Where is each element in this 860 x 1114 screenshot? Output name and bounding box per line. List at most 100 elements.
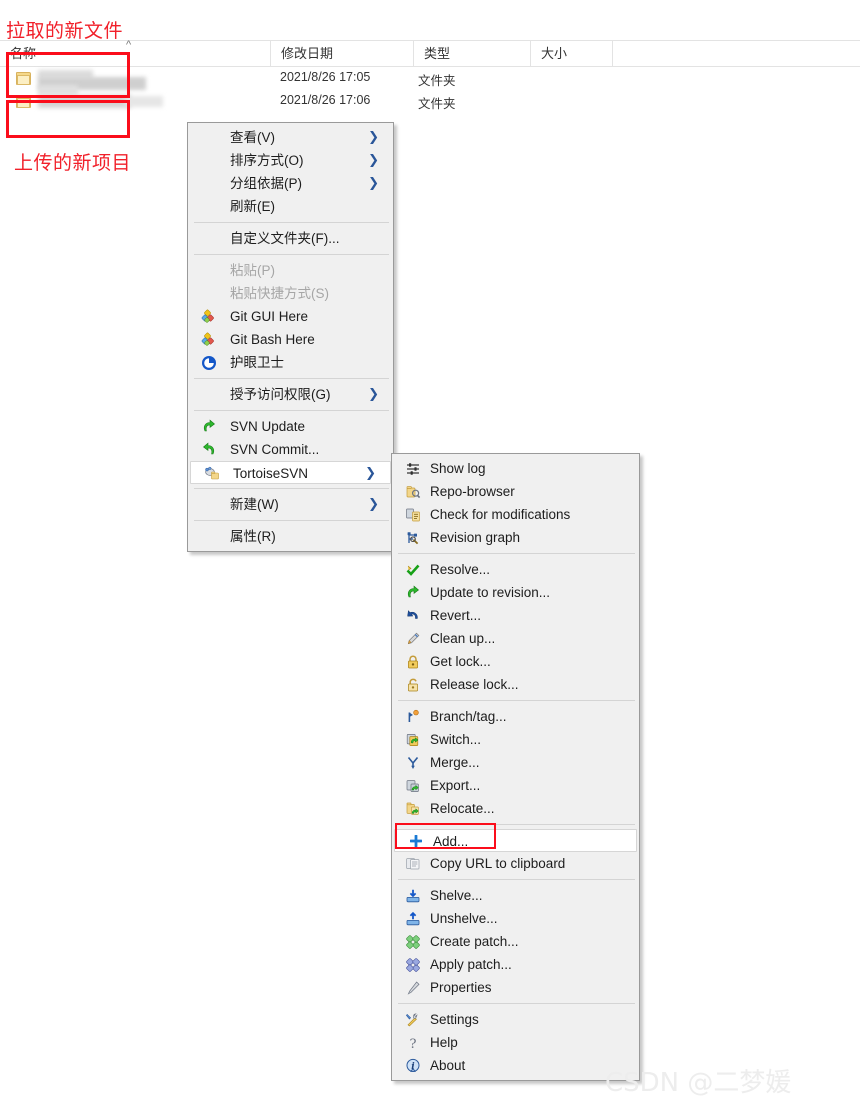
menu-item-o[interactable]: 排序方式(O) ❯ [188, 149, 393, 172]
column-header-type[interactable]: 类型 [413, 41, 530, 67]
export-icon [406, 779, 419, 792]
show-log-icon [407, 462, 419, 475]
csdn-watermark: CSDN @二梦媛 [605, 1068, 792, 1098]
submenu-item-repo-browser[interactable]: Repo-browser [392, 480, 639, 503]
menu-item-svn-commit[interactable]: SVN Commit... [188, 438, 393, 461]
column-header-date[interactable]: 修改日期 [270, 41, 413, 67]
submenu-item-show-log[interactable]: Show log [392, 457, 639, 480]
menu-item-label: 查看(V) [230, 130, 275, 145]
submenu-item-properties[interactable]: Properties [392, 976, 639, 999]
menu-item-r[interactable]: 属性(R) [188, 525, 393, 548]
menu-item-label: 新建(W) [230, 497, 279, 512]
menu-item-item-9[interactable]: 护眼卫士 [188, 351, 393, 374]
menu-item-f[interactable]: 自定义文件夹(F)... [188, 227, 393, 250]
annotation-pulled-files-label: 拉取的新文件 [6, 20, 124, 42]
column-header-extra[interactable] [612, 41, 860, 67]
menu-item-p[interactable]: 分组依据(P) ❯ [188, 172, 393, 195]
menu-item-git-bash-here[interactable]: Git Bash Here [188, 328, 393, 351]
cell-modified-date: 2021/8/26 17:06 [280, 93, 371, 107]
settings-icon [406, 1012, 418, 1026]
chevron-right-icon: ❯ [368, 176, 379, 191]
submenu-item-label: Update to revision... [430, 585, 551, 600]
menu-separator [194, 254, 389, 255]
menu-item-label: 自定义文件夹(F)... [230, 231, 340, 246]
menu-item-svn-update[interactable]: SVN Update [188, 415, 393, 438]
menu-item-label: 分组依据(P) [230, 176, 302, 191]
menu-item-label: TortoiseSVN [233, 466, 309, 481]
repo-browser-icon [406, 485, 421, 498]
submenu-item-settings[interactable]: Settings [392, 1008, 639, 1031]
svn-update-icon [203, 419, 215, 431]
git-diamond-icon [201, 332, 214, 346]
menu-item-w[interactable]: 新建(W) ❯ [188, 493, 393, 516]
submenu-item-shelve[interactable]: Shelve... [392, 884, 639, 907]
chevron-right-icon: ❯ [368, 153, 379, 168]
submenu-item-label: Relocate... [430, 801, 495, 816]
submenu-item-switch[interactable]: Switch... [392, 728, 639, 751]
submenu-item-relocate[interactable]: Relocate... [392, 797, 639, 820]
menu-separator [194, 410, 389, 411]
menu-item-label: 排序方式(O) [230, 153, 304, 168]
submenu-item-label: Show log [430, 461, 486, 476]
annotation-box-row-2 [6, 100, 130, 138]
submenu-item-unshelve[interactable]: Unshelve... [392, 907, 639, 930]
submenu-item-label: Revert... [430, 608, 482, 623]
explorer-context-menu[interactable]: 查看(V) ❯ 排序方式(O) ❯ 分组依据(P) ❯ 刷新(E) 自定义文件夹(F)... 粘… [187, 122, 394, 552]
submenu-item-label: Resolve... [430, 562, 491, 577]
revision-graph-icon [407, 531, 419, 544]
submenu-item-get-lock[interactable]: Get lock... [392, 650, 639, 673]
submenu-item-revert[interactable]: Revert... [392, 604, 639, 627]
submenu-item-check-for-modifications[interactable]: Check for modifications [392, 503, 639, 526]
menu-item-label: 属性(R) [230, 529, 276, 544]
switch-icon [406, 733, 419, 746]
submenu-item-branch-tag[interactable]: Branch/tag... [392, 705, 639, 728]
menu-item-label: SVN Update [230, 419, 306, 434]
submenu-item-copy-url-to-clipboard[interactable]: Copy URL to clipboard [392, 852, 639, 875]
apply-patch-icon [406, 957, 420, 972]
menu-item-git-gui-here[interactable]: Git GUI Here [188, 305, 393, 328]
check-mods-icon [406, 508, 420, 521]
resolve-icon [406, 564, 420, 576]
cleanup-icon [407, 632, 420, 644]
submenu-item-label: Get lock... [430, 654, 491, 669]
tortoisesvn-submenu[interactable]: Show log Repo-browser Check for modificati… [391, 453, 640, 1081]
submenu-item-resolve[interactable]: Resolve... [392, 558, 639, 581]
menu-separator [194, 378, 389, 379]
menu-item-v[interactable]: 查看(V) ❯ [188, 126, 393, 149]
menu-item-p: 粘贴(P) [188, 259, 393, 282]
chevron-right-icon: ❯ [368, 497, 379, 512]
submenu-item-label: Export... [430, 778, 481, 793]
svg-text:?: ? [410, 1037, 417, 1051]
submenu-item-clean-up[interactable]: Clean up... [392, 627, 639, 650]
menu-item-g[interactable]: 授予访问权限(G) ❯ [188, 383, 393, 406]
submenu-item-create-patch[interactable]: Create patch... [392, 930, 639, 953]
menu-separator [398, 553, 635, 554]
submenu-item-label: Release lock... [430, 677, 519, 692]
submenu-item-release-lock[interactable]: Release lock... [392, 673, 639, 696]
svn-commit-icon [203, 442, 215, 454]
revert-icon [407, 609, 418, 619]
menu-separator [398, 700, 635, 701]
submenu-item-help[interactable]: ? Help [392, 1031, 639, 1054]
submenu-item-label: Create patch... [430, 934, 519, 949]
menu-item-label: Git GUI Here [230, 309, 309, 324]
menu-separator [398, 879, 635, 880]
tortoise-icon [205, 466, 219, 479]
merge-icon [407, 756, 419, 769]
menu-separator [194, 520, 389, 521]
git-diamond-icon [201, 309, 214, 323]
about-icon: i [406, 1058, 420, 1072]
submenu-item-apply-patch[interactable]: Apply patch... [392, 953, 639, 976]
copy-url-icon [406, 857, 420, 869]
cell-type: 文件夹 [418, 74, 456, 88]
submenu-item-update-to-revision[interactable]: Update to revision... [392, 581, 639, 604]
menu-item-e[interactable]: 刷新(E) [188, 195, 393, 218]
submenu-item-revision-graph[interactable]: Revision graph [392, 526, 639, 549]
submenu-item-export[interactable]: Export... [392, 774, 639, 797]
column-header-size[interactable]: 大小 [530, 41, 612, 67]
menu-item-tortoisesvn[interactable]: TortoiseSVN ❯ [190, 461, 391, 484]
chevron-right-icon: ❯ [365, 466, 376, 481]
menu-item-label: SVN Commit... [230, 442, 320, 457]
submenu-item-about[interactable]: i About [392, 1054, 639, 1077]
submenu-item-merge[interactable]: Merge... [392, 751, 639, 774]
